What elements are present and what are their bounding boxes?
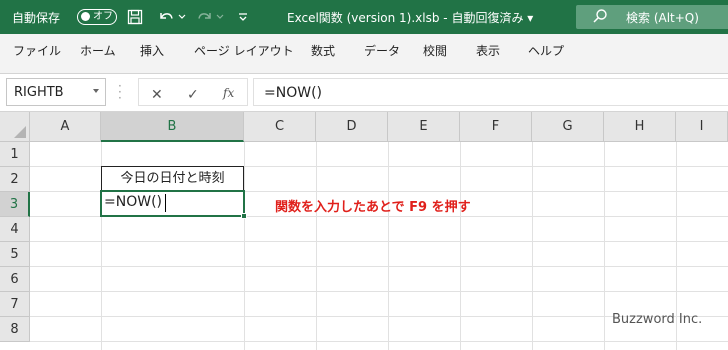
menu-bar: ファイル ホーム 挿入 ページ レイアウト 数式 データ 校閲 表示 ヘルプ xyxy=(0,34,728,66)
customize-qat-icon[interactable] xyxy=(232,6,254,28)
undo-icon[interactable] xyxy=(155,6,177,28)
menu-formulas[interactable]: 数式 xyxy=(311,42,335,59)
column-header-f[interactable]: F xyxy=(460,112,532,142)
name-box[interactable]: RIGHTB xyxy=(6,78,106,106)
column-header-h[interactable]: H xyxy=(604,112,676,142)
select-all-corner[interactable] xyxy=(0,112,30,142)
autosave-state: オフ xyxy=(93,11,113,22)
formula-value: =NOW() xyxy=(264,85,322,101)
column-header-a[interactable]: A xyxy=(30,112,101,142)
formula-bar: RIGHTB · · · ✕ ✓ fx =NOW() xyxy=(0,74,728,112)
row-header-2[interactable]: 2 xyxy=(0,167,30,192)
row-header-5[interactable]: 5 xyxy=(0,242,30,267)
menu-insert[interactable]: 挿入 xyxy=(140,42,164,59)
formula-buttons: ✕ ✓ fx xyxy=(138,78,248,106)
row-header-6[interactable]: 6 xyxy=(0,267,30,292)
watermark: Buzzword Inc. xyxy=(612,312,703,327)
menu-page-layout[interactable]: ページ レイアウト xyxy=(194,42,294,59)
row-header-3[interactable]: 3 xyxy=(0,192,30,217)
fill-handle[interactable] xyxy=(241,213,247,219)
column-header-d[interactable]: D xyxy=(316,112,388,142)
cell-b3-active[interactable]: =NOW() xyxy=(100,190,247,219)
formula-input[interactable]: =NOW() xyxy=(253,78,728,106)
column-header-b[interactable]: B xyxy=(101,112,244,142)
window-title[interactable]: Excel関数 (version 1).xlsb - 自動回復済み ▾ xyxy=(287,9,533,26)
save-icon[interactable] xyxy=(124,6,146,28)
redo-dropdown-icon[interactable] xyxy=(214,6,226,28)
menu-help[interactable]: ヘルプ xyxy=(528,42,564,59)
column-header-c[interactable]: C xyxy=(244,112,316,142)
column-header-i[interactable]: I xyxy=(676,112,728,142)
chevron-down-icon[interactable] xyxy=(93,89,99,93)
menu-home[interactable]: ホーム xyxy=(80,42,116,59)
enter-icon[interactable]: ✓ xyxy=(187,87,199,103)
text-caret xyxy=(165,194,166,212)
select-all-triangle-icon xyxy=(14,126,26,138)
cell-b3-value: =NOW() xyxy=(104,194,162,210)
row-header-4[interactable]: 4 xyxy=(0,217,30,242)
menu-file[interactable]: ファイル xyxy=(13,42,61,59)
row-header-1[interactable]: 1 xyxy=(0,142,30,167)
autosave-toggle[interactable]: オフ xyxy=(77,9,117,25)
toggle-knob xyxy=(81,12,90,21)
column-header-e[interactable]: E xyxy=(388,112,460,142)
row-header-7[interactable]: 7 xyxy=(0,292,30,317)
column-header-g[interactable]: G xyxy=(532,112,604,142)
menu-review[interactable]: 校閲 xyxy=(423,42,447,59)
insert-function-icon[interactable]: fx xyxy=(223,86,234,100)
search-box[interactable]: 検索 (Alt+Q) xyxy=(576,5,728,29)
redo-icon[interactable] xyxy=(194,6,216,28)
annotation-text: 関数を入力したあとで F9 を押す xyxy=(275,200,471,215)
cell-b2[interactable]: 今日の日付と時刻 xyxy=(101,166,244,191)
name-box-value: RIGHTB xyxy=(14,85,64,100)
search-icon xyxy=(592,8,608,27)
menu-data[interactable]: データ xyxy=(364,42,400,59)
autosave-label: 自動保存 xyxy=(12,11,61,25)
menu-view[interactable]: 表示 xyxy=(476,42,500,59)
search-label: 検索 (Alt+Q) xyxy=(626,11,699,25)
cancel-icon[interactable]: ✕ xyxy=(151,87,163,103)
title-bar: 自動保存 オフ Excel関数 (version 1).xlsb - 自動回復済… xyxy=(0,0,728,34)
vertical-dots-icon: · · · xyxy=(118,79,122,105)
undo-dropdown-icon[interactable] xyxy=(176,6,188,28)
spreadsheet-grid: A B C D E F G H I 1 2 3 4 5 6 7 8 今日の日付と… xyxy=(0,112,728,350)
row-header-8[interactable]: 8 xyxy=(0,317,30,342)
ribbon-divider xyxy=(0,66,728,74)
